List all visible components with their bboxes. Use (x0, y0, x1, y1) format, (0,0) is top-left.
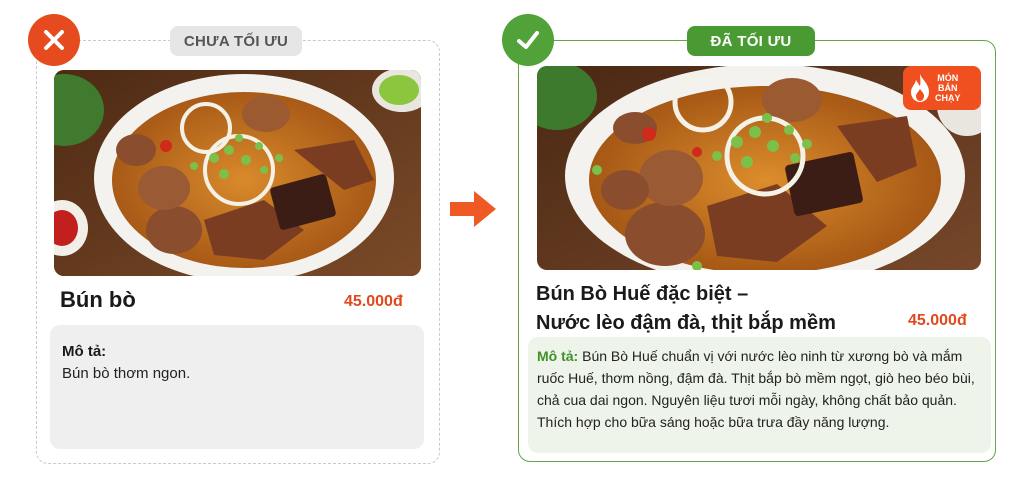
after-desc-label: Mô tả: (537, 348, 579, 364)
after-tag: ĐÃ TỐI ƯU (687, 26, 815, 56)
before-desc-text: Bún bò thơm ngon. (62, 365, 191, 382)
best-seller-badge: MÓN BÁN CHẠY (903, 66, 981, 110)
after-dish-name: Bún Bò Huế đặc biệt – Nước lèo đậm đà, t… (536, 280, 836, 338)
close-icon (28, 14, 80, 66)
before-description: Mô tả: Bún bò thơm ngon. (50, 325, 424, 449)
before-tag: CHƯA TỐI ƯU (170, 26, 302, 56)
before-price: 45.000đ (344, 293, 403, 310)
check-icon (502, 14, 554, 66)
before-food-image (54, 70, 421, 276)
after-description: Mô tả: Bún Bò Huế chuẩn vị với nước lèo … (528, 337, 991, 453)
after-dish-name-line2: Nước lèo đậm đà, thịt bắp mềm (536, 312, 836, 334)
best-seller-text: MÓN BÁN CHẠY (935, 73, 961, 103)
arrow-right-icon (450, 191, 496, 227)
after-dish-name-line1: Bún Bò Huế đặc biệt – (536, 283, 749, 305)
after-desc-text: Bún Bò Huế chuẩn vị với nước lèo ninh từ… (537, 348, 975, 430)
before-desc-label: Mô tả: (62, 343, 107, 360)
before-dish-name: Bún bò (60, 287, 136, 312)
after-price: 45.000đ (908, 312, 967, 329)
fire-icon (911, 74, 929, 102)
